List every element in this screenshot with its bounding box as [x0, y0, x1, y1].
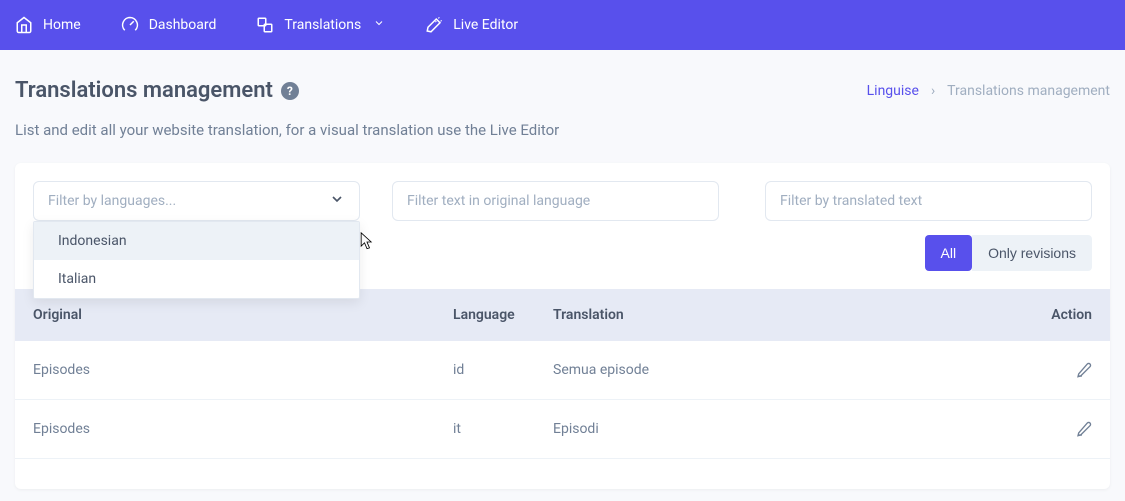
filter-original-placeholder: Filter text in original language [407, 193, 590, 209]
col-header-language: Language [453, 307, 553, 323]
cell-original: Episodes [33, 421, 453, 437]
translate-icon [256, 16, 274, 34]
cell-translation: Episodi [553, 421, 1022, 437]
table-row: Episodes it Episodi [15, 400, 1110, 459]
toggle-all-button[interactable]: All [925, 235, 973, 271]
table-row: Episodes id Semua episode [15, 341, 1110, 400]
page-header: Translations management ? Linguise › Tra… [0, 50, 1125, 121]
gauge-icon [121, 16, 139, 34]
main-card: Filter by languages... Filter text in or… [15, 163, 1110, 489]
magic-wand-icon [425, 16, 443, 34]
breadcrumb-separator-icon: › [931, 83, 935, 99]
top-navbar: Home Dashboard Translations Live Editor [0, 0, 1125, 50]
edit-icon[interactable] [1076, 362, 1092, 378]
nav-home[interactable]: Home [15, 16, 81, 34]
filter-translated-placeholder: Filter by translated text [780, 193, 922, 209]
filter-language-select[interactable]: Filter by languages... [33, 181, 360, 221]
toggle-revisions-button[interactable]: Only revisions [972, 235, 1092, 271]
filters-row: Filter by languages... Filter text in or… [15, 163, 1110, 221]
dropdown-item-indonesian[interactable]: Indonesian [34, 222, 359, 260]
chevron-down-icon [329, 191, 345, 211]
edit-icon[interactable] [1076, 421, 1092, 437]
dropdown-item-italian[interactable]: Italian [34, 260, 359, 298]
cell-language: id [453, 362, 553, 378]
nav-home-label: Home [43, 17, 81, 33]
nav-live-editor[interactable]: Live Editor [425, 16, 518, 34]
col-header-translation: Translation [553, 307, 1022, 323]
revision-toggle: All Only revisions [925, 235, 1092, 271]
cell-action [1022, 362, 1092, 378]
nav-dashboard-label: Dashboard [149, 17, 217, 33]
nav-dashboard[interactable]: Dashboard [121, 16, 217, 34]
breadcrumb-link[interactable]: Linguise [867, 83, 919, 99]
cell-language: it [453, 421, 553, 437]
page-subtitle: List and edit all your website translati… [0, 121, 1125, 163]
chevron-down-icon [373, 17, 385, 33]
page-title: Translations management ? [15, 78, 299, 103]
home-icon [15, 16, 33, 34]
filter-translated-input[interactable]: Filter by translated text [765, 181, 1092, 221]
nav-translations[interactable]: Translations [256, 16, 385, 34]
language-dropdown: Indonesian Italian [33, 221, 360, 299]
filter-original-input[interactable]: Filter text in original language [392, 181, 719, 221]
col-header-original: Original [33, 307, 453, 323]
breadcrumb-current: Translations management [947, 83, 1110, 99]
filter-language-placeholder: Filter by languages... [48, 193, 176, 209]
nav-live-editor-label: Live Editor [453, 17, 518, 33]
cell-action [1022, 421, 1092, 437]
page-title-text: Translations management [15, 78, 273, 103]
nav-translations-label: Translations [284, 17, 361, 33]
col-header-action: Action [1022, 307, 1092, 323]
help-icon[interactable]: ? [281, 82, 299, 100]
cell-original: Episodes [33, 362, 453, 378]
cell-translation: Semua episode [553, 362, 1022, 378]
breadcrumb: Linguise › Translations management [867, 83, 1110, 99]
